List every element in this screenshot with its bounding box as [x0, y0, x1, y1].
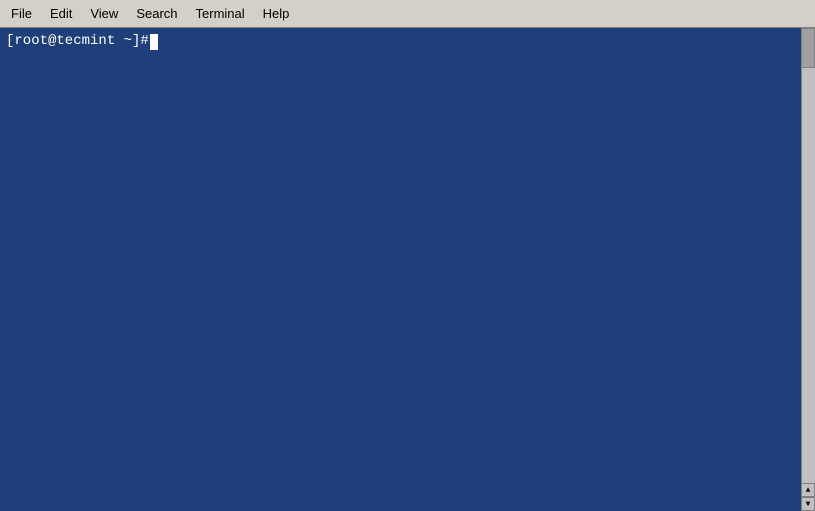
- scrollbar-up-button[interactable]: ▲: [801, 483, 815, 497]
- menu-edit-label: Edit: [50, 6, 72, 21]
- menu-file[interactable]: File: [2, 3, 41, 25]
- menu-help-label: Help: [263, 6, 290, 21]
- menu-file-label: File: [11, 6, 32, 21]
- menu-terminal[interactable]: Terminal: [187, 3, 254, 25]
- terminal-area[interactable]: [root@tecmint ~]# ▲ ▼: [0, 28, 815, 511]
- scrollbar-thumb[interactable]: [801, 28, 815, 68]
- prompt-line: [root@tecmint ~]#: [6, 32, 809, 52]
- prompt-text: [root@tecmint ~]#: [6, 32, 149, 52]
- scrollbar-down-button[interactable]: ▼: [801, 497, 815, 511]
- scrollbar[interactable]: ▲ ▼: [801, 28, 815, 511]
- menu-terminal-label: Terminal: [196, 6, 245, 21]
- menu-search-label: Search: [136, 6, 177, 21]
- terminal-cursor: [150, 34, 158, 50]
- menu-search[interactable]: Search: [127, 3, 186, 25]
- menu-view-label: View: [90, 6, 118, 21]
- menu-help[interactable]: Help: [254, 3, 299, 25]
- menu-edit[interactable]: Edit: [41, 3, 81, 25]
- menubar: File Edit View Search Terminal Help: [0, 0, 815, 28]
- menu-view[interactable]: View: [81, 3, 127, 25]
